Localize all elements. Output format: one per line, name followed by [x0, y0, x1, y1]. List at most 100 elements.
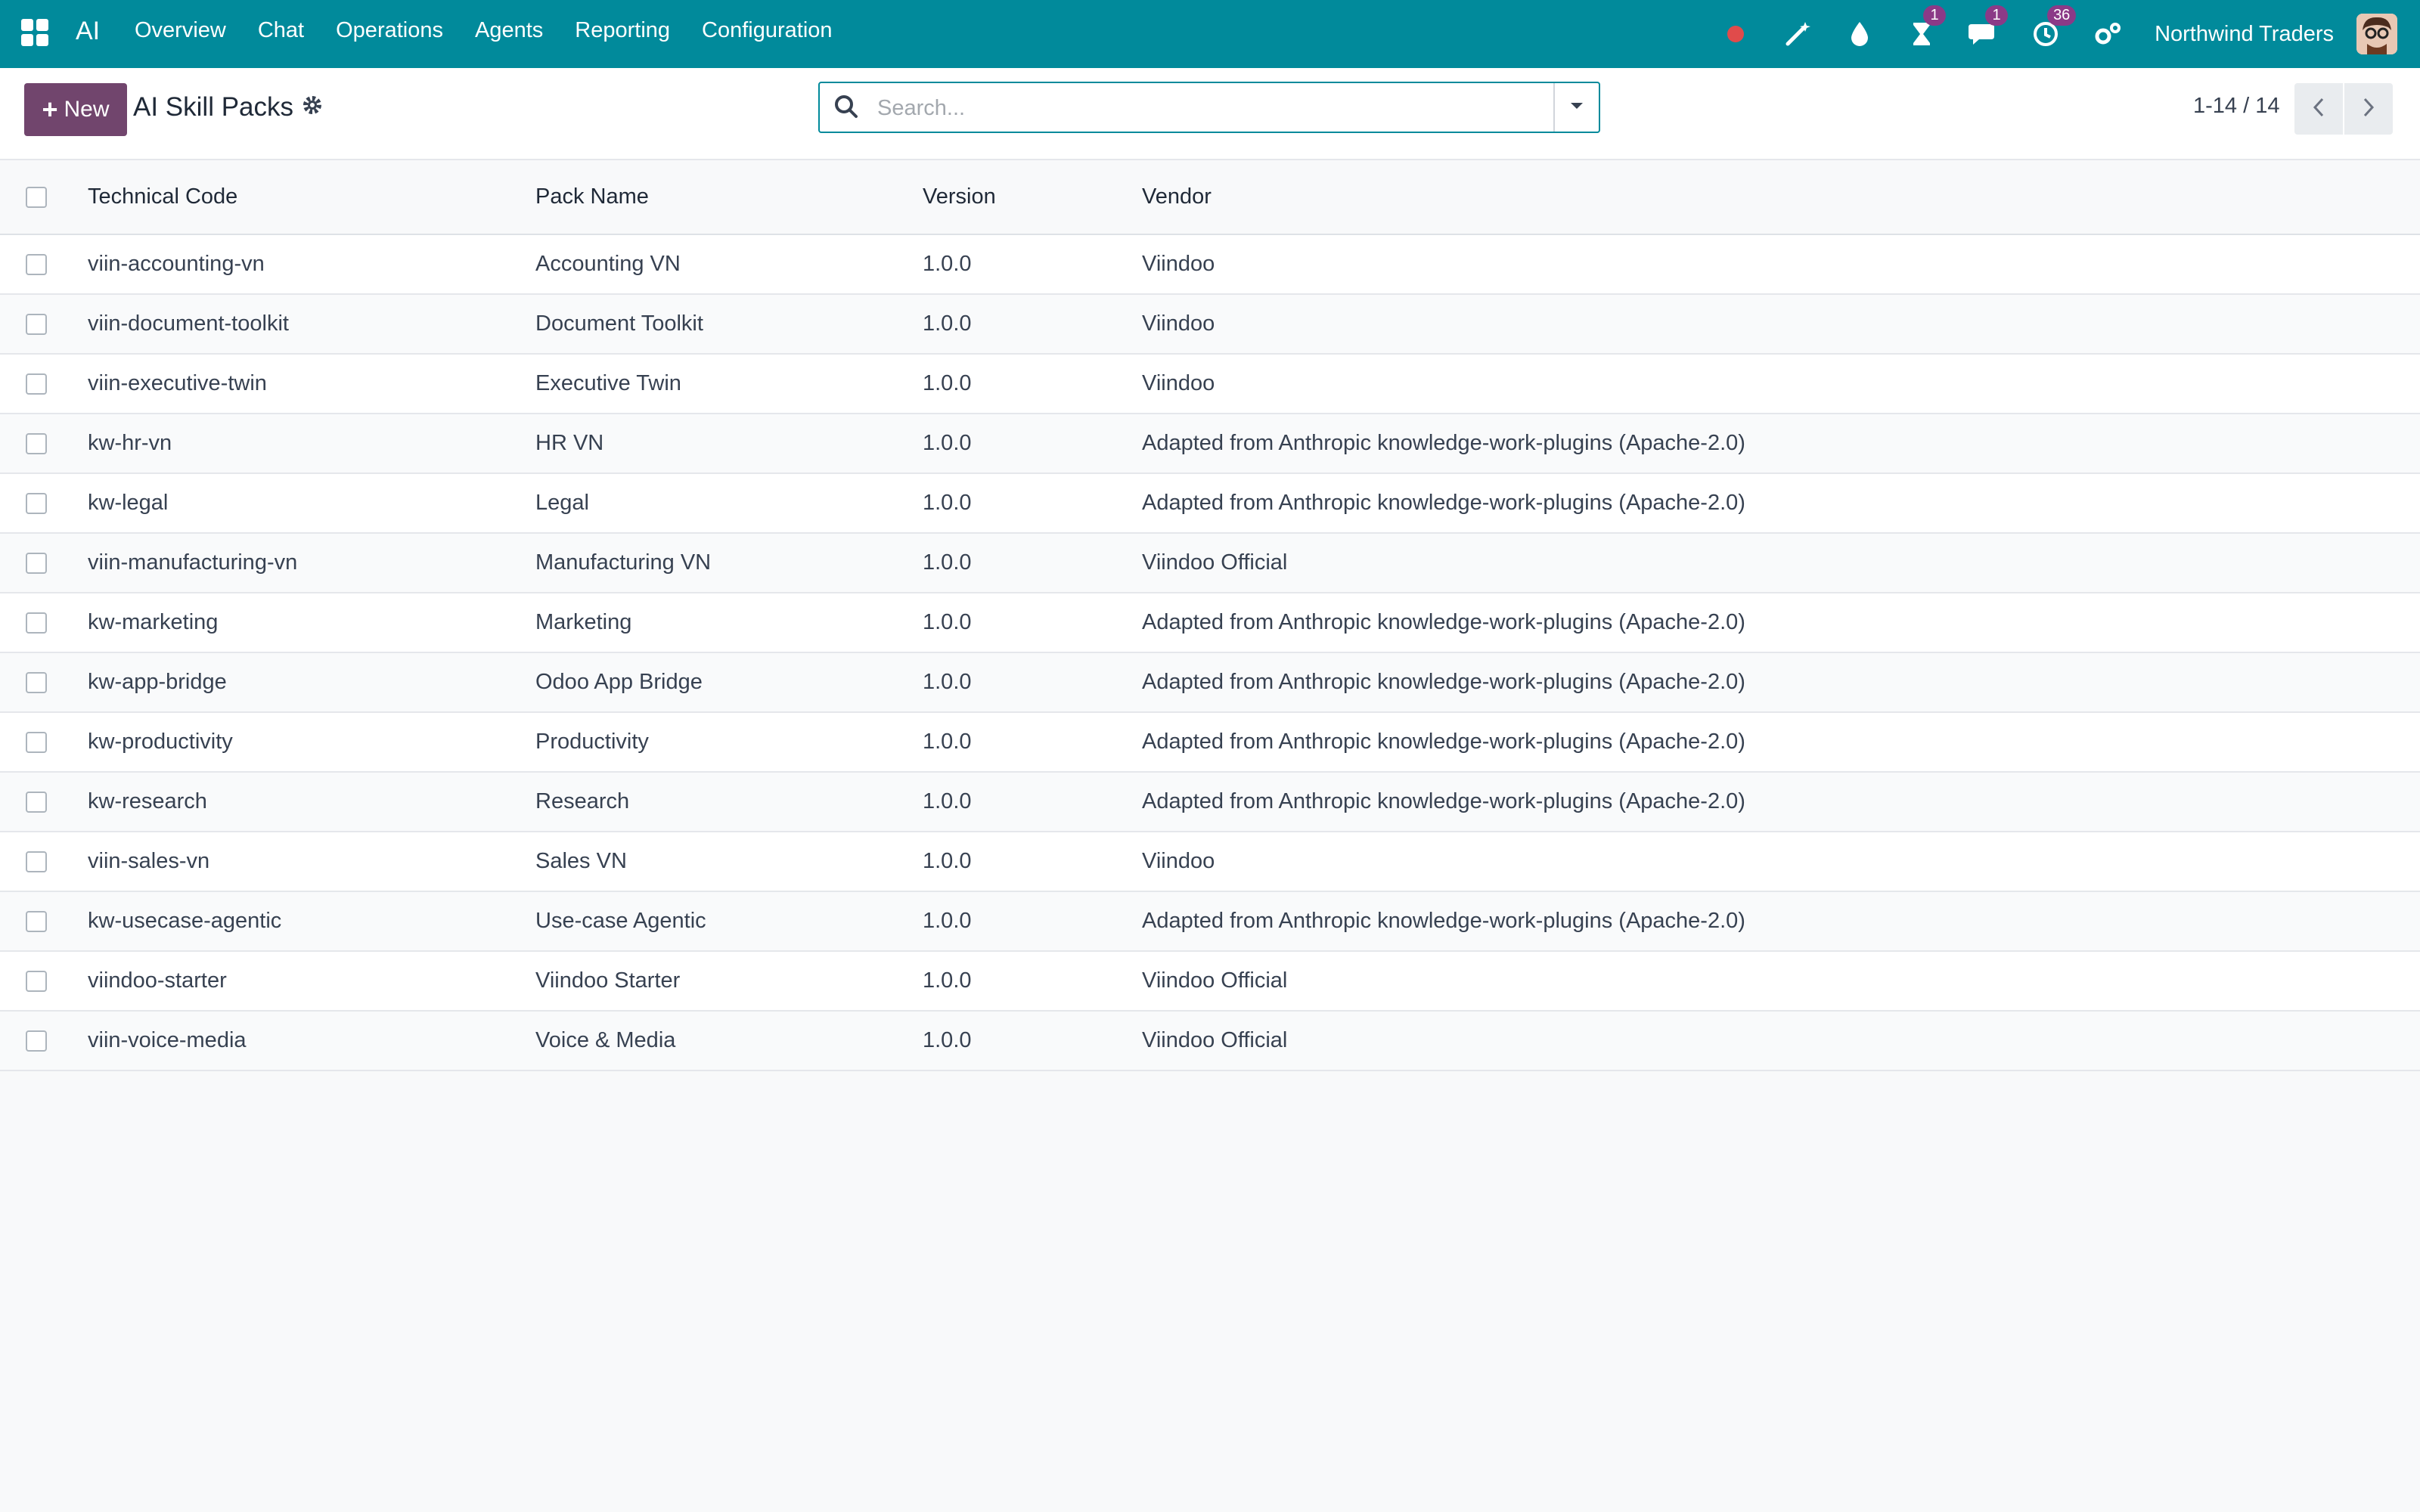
- vendor-cell: Viindoo Official: [1142, 550, 1288, 575]
- pack-name-cell: Research: [535, 789, 630, 813]
- version-cell: 1.0.0: [923, 968, 972, 993]
- row-checkbox[interactable]: [26, 612, 47, 634]
- menu-item-overview[interactable]: Overview: [135, 18, 226, 43]
- app-brand[interactable]: AI: [76, 17, 100, 46]
- version-cell: 1.0.0: [923, 252, 972, 276]
- menu-item-agents[interactable]: Agents: [475, 18, 543, 43]
- main-menu: Overview Chat Operations Agents Reportin…: [135, 18, 833, 43]
- vendor-cell: Viindoo: [1142, 311, 1215, 336]
- row-checkbox[interactable]: [26, 373, 47, 395]
- company-name[interactable]: Northwind Traders: [2155, 22, 2334, 47]
- column-header-version[interactable]: Version: [923, 160, 1142, 234]
- vendor-cell: Adapted from Anthropic knowledge-work-pl…: [1142, 670, 1745, 694]
- vendor-cell: Adapted from Anthropic knowledge-work-pl…: [1142, 431, 1745, 455]
- activity-hourglass-icon[interactable]: 1: [1907, 5, 1947, 49]
- vendor-cell: Viindoo: [1142, 371, 1215, 395]
- column-header-pack-name[interactable]: Pack Name: [535, 160, 923, 234]
- pack-name-cell: Sales VN: [535, 849, 627, 873]
- row-checkbox[interactable]: [26, 492, 47, 514]
- menu-item-chat[interactable]: Chat: [258, 18, 304, 43]
- technical-code-cell: viin-executive-twin: [88, 371, 267, 395]
- recording-dot-icon[interactable]: [1720, 19, 1751, 49]
- row-checkbox[interactable]: [26, 850, 47, 872]
- column-header-vendor[interactable]: Vendor: [1142, 160, 2420, 234]
- vendor-cell: Adapted from Anthropic knowledge-work-pl…: [1142, 789, 1745, 813]
- technical-code-cell: kw-marketing: [88, 610, 219, 634]
- clock-badge: 36: [2047, 5, 2077, 26]
- pack-name-cell: Productivity: [535, 730, 649, 754]
- version-cell: 1.0.0: [923, 1028, 972, 1052]
- gear-icon[interactable]: [301, 94, 327, 119]
- table-row[interactable]: kw-research Research 1.0.0 Adapted from Ant…: [0, 772, 2420, 832]
- row-checkbox[interactable]: [26, 970, 47, 992]
- row-checkbox[interactable]: [26, 552, 47, 574]
- chevron-left-icon: [2312, 97, 2325, 122]
- new-button[interactable]: + New: [24, 83, 127, 136]
- menu-item-reporting[interactable]: Reporting: [575, 18, 670, 43]
- vendor-cell: Viindoo Official: [1142, 1028, 1288, 1052]
- row-checkbox[interactable]: [26, 313, 47, 335]
- version-cell: 1.0.0: [923, 371, 972, 395]
- pack-name-cell: Executive Twin: [535, 371, 681, 395]
- technical-code-cell: viin-document-toolkit: [88, 311, 289, 336]
- version-cell: 1.0.0: [923, 670, 972, 694]
- search-bar: [818, 82, 1600, 133]
- technical-code-cell: kw-legal: [88, 491, 169, 515]
- version-cell: 1.0.0: [923, 431, 972, 455]
- clock-icon[interactable]: 36: [2031, 5, 2077, 49]
- activity-badge: 1: [1923, 5, 1947, 26]
- skill-packs-table: Technical Code Pack Name Version Vendor …: [0, 160, 2420, 1071]
- table-row[interactable]: viin-accounting-vn Accounting VN 1.0.0 Viin…: [0, 234, 2420, 294]
- technical-code-cell: viin-sales-vn: [88, 849, 210, 873]
- menu-item-operations[interactable]: Operations: [336, 18, 443, 43]
- app-menu-grid-icon[interactable]: [21, 19, 48, 46]
- technical-code-cell: viin-accounting-vn: [88, 252, 265, 276]
- table-row[interactable]: viindoo-starter Viindoo Starter 1.0.0 Viind…: [0, 951, 2420, 1011]
- messages-chat-icon[interactable]: 1: [1969, 5, 2009, 49]
- table-row[interactable]: kw-marketing Marketing 1.0.0 Adapted from A…: [0, 593, 2420, 652]
- table-row[interactable]: viin-voice-media Voice & Media 1.0.0 Viindo…: [0, 1011, 2420, 1070]
- row-checkbox[interactable]: [26, 791, 47, 813]
- row-checkbox[interactable]: [26, 1030, 47, 1052]
- table-row[interactable]: viin-manufacturing-vn Manufacturing VN 1.0…: [0, 533, 2420, 593]
- row-checkbox[interactable]: [26, 731, 47, 753]
- drop-icon[interactable]: [1844, 19, 1875, 49]
- table-row[interactable]: kw-app-bridge Odoo App Bridge 1.0.0 Adapted…: [0, 652, 2420, 712]
- table-row[interactable]: kw-usecase-agentic Use-case Agentic 1.0.0 A…: [0, 891, 2420, 951]
- technical-code-cell: kw-app-bridge: [88, 670, 227, 694]
- table-row[interactable]: viin-sales-vn Sales VN 1.0.0 Viindoo: [0, 832, 2420, 891]
- chevron-right-icon: [2362, 97, 2375, 122]
- row-checkbox[interactable]: [26, 910, 47, 932]
- vendor-cell: Adapted from Anthropic knowledge-work-pl…: [1142, 730, 1745, 754]
- table-row[interactable]: viin-executive-twin Executive Twin 1.0.0 Vi…: [0, 354, 2420, 414]
- technical-code-cell: viin-voice-media: [88, 1028, 247, 1052]
- search-options-toggle[interactable]: [1553, 83, 1599, 132]
- user-avatar[interactable]: [2356, 14, 2397, 54]
- row-checkbox[interactable]: [26, 671, 47, 693]
- table-row[interactable]: kw-productivity Productivity 1.0.0 Adapted …: [0, 712, 2420, 772]
- technical-code-cell: viin-manufacturing-vn: [88, 550, 298, 575]
- row-checkbox[interactable]: [26, 253, 47, 275]
- menu-item-configuration[interactable]: Configuration: [702, 18, 833, 43]
- version-cell: 1.0.0: [923, 730, 972, 754]
- table-header-row: Technical Code Pack Name Version Vendor: [0, 160, 2420, 234]
- pager-previous-button[interactable]: [2294, 83, 2343, 135]
- version-cell: 1.0.0: [923, 311, 972, 336]
- pack-name-cell: Use-case Agentic: [535, 909, 706, 933]
- search-input[interactable]: [876, 91, 1575, 125]
- table-row[interactable]: kw-hr-vn HR VN 1.0.0 Adapted from Anthropic…: [0, 414, 2420, 473]
- vendor-cell: Viindoo: [1142, 849, 1215, 873]
- pack-name-cell: Accounting VN: [535, 252, 681, 276]
- table-row[interactable]: kw-legal Legal 1.0.0 Adapted from Anthropic…: [0, 473, 2420, 533]
- caret-down-icon: [1569, 101, 1584, 115]
- version-cell: 1.0.0: [923, 849, 972, 873]
- magic-wand-icon[interactable]: [1782, 19, 1813, 49]
- column-header-technical-code[interactable]: Technical Code: [88, 160, 535, 234]
- pager-value[interactable]: 1-14 / 14: [2193, 94, 2279, 119]
- settings-gears-icon[interactable]: [2093, 19, 2123, 49]
- select-all-checkbox[interactable]: [26, 186, 47, 208]
- version-cell: 1.0.0: [923, 789, 972, 813]
- pager-next-button[interactable]: [2344, 83, 2393, 135]
- table-row[interactable]: viin-document-toolkit Document Toolkit 1.0…: [0, 294, 2420, 354]
- row-checkbox[interactable]: [26, 432, 47, 454]
